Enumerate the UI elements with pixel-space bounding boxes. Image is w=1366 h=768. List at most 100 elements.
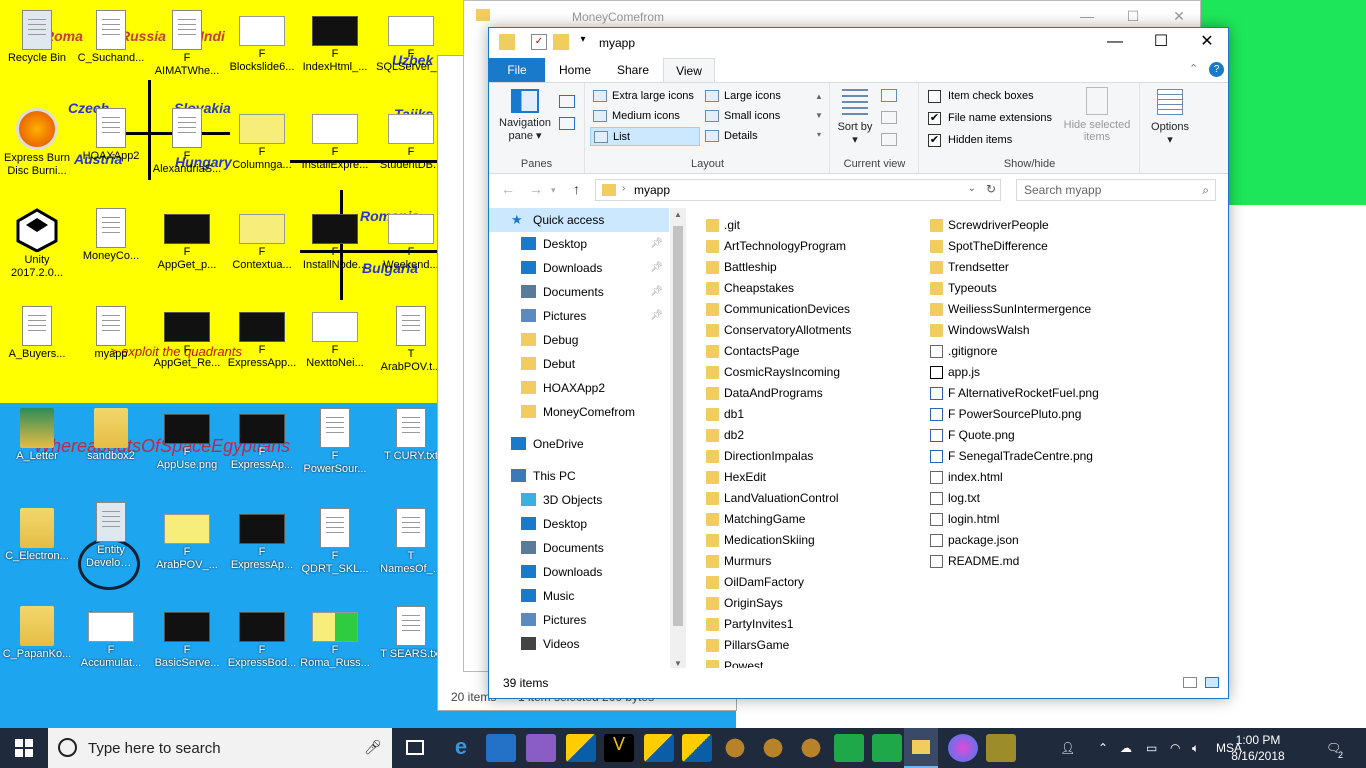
desktop-icon[interactable]: F Accumulat...	[74, 602, 148, 692]
details-view-icon[interactable]	[1183, 677, 1197, 688]
file-list-item[interactable]: index.html	[928, 467, 1003, 488]
desktop-icon[interactable]: F ArabPOV_...	[150, 504, 224, 594]
desktop-icon[interactable]: Unity 2017.2.0...	[0, 204, 74, 294]
microphone-icon[interactable]: 🎤︎	[364, 739, 382, 756]
scroll-down-icon[interactable]: ▼	[674, 659, 682, 668]
file-list-item[interactable]: Battleship	[704, 257, 777, 278]
clock[interactable]: 1:00 PM 8/16/2018	[1226, 732, 1290, 764]
navigation-pane-scrollbar[interactable]: ▲ ▼	[670, 208, 686, 670]
tab-share[interactable]: Share	[607, 58, 659, 82]
wifi-icon[interactable]: ◠	[1170, 728, 1180, 768]
desktop-icon-recycle-bin[interactable]: Recycle Bin	[0, 6, 74, 96]
nav-item-downloads[interactable]: Downloads 📌︎	[489, 256, 669, 280]
item-check-boxes-checkbox[interactable]: Item check boxes	[928, 87, 1034, 105]
people-icon[interactable]: 👤︎	[1060, 728, 1075, 768]
file-list-item[interactable]: CosmicRaysIncoming	[704, 362, 840, 383]
app-icon[interactable]	[872, 734, 902, 762]
layout-medium-icons[interactable]: Medium icons	[590, 107, 702, 126]
maximize-button[interactable]: ☐	[1138, 28, 1184, 58]
search-box[interactable]: Search myapp ⌕	[1016, 179, 1216, 201]
add-columns-icon[interactable]	[881, 111, 897, 124]
desktop-icon[interactable]: MoneyCo...	[74, 204, 148, 294]
desktop-icon[interactable]: C_Electron...	[0, 504, 74, 594]
layout-scroll[interactable]: ▲ ▼ ▾	[814, 87, 824, 145]
file-list-item[interactable]: ArtTechnologyProgram	[704, 236, 846, 257]
back-arrow-icon[interactable]: ←	[501, 181, 515, 197]
file-list-item[interactable]: OilDamFactory	[704, 572, 804, 593]
file-list-item[interactable]: OriginSays	[704, 593, 783, 614]
file-list-item[interactable]: .gitignore	[928, 341, 997, 362]
app-icon[interactable]: V	[604, 734, 634, 762]
app-icon[interactable]	[986, 734, 1016, 762]
file-name-extensions-checkbox[interactable]: ✔ File name extensions	[928, 109, 1052, 127]
minimize-button[interactable]: —	[1092, 28, 1138, 58]
file-list-item[interactable]: WindowsWalsh	[928, 320, 1030, 341]
onedrive-icon[interactable]: ☁	[1120, 728, 1132, 768]
file-list-item[interactable]: Murmurs	[704, 551, 771, 572]
scrollbar-thumb[interactable]	[673, 226, 683, 626]
task-view-icon[interactable]	[406, 740, 424, 755]
nav-item-quick-access[interactable]: ★ Quick access	[489, 208, 669, 232]
new-folder-icon[interactable]	[553, 34, 569, 50]
hide-selected-items-button[interactable]: Hide selected items	[1060, 87, 1134, 143]
nav-item-downloads[interactable]: Downloads	[489, 560, 669, 584]
file-list-item[interactable]: PartyInvites1	[704, 614, 793, 635]
recent-locations-icon[interactable]: ▾	[551, 185, 556, 196]
file-list-item[interactable]: ConservatoryAllotments	[704, 320, 851, 341]
customize-toolbar-icon[interactable]: ▾	[575, 34, 591, 50]
file-list-item[interactable]: .git	[704, 215, 740, 236]
desktop-icon[interactable]: Express Burn Disc Burni...	[0, 104, 74, 194]
app-icon[interactable]	[566, 734, 596, 762]
nav-item-documents[interactable]: Documents	[489, 536, 669, 560]
desktop-icon[interactable]: F NexttoNei...	[298, 302, 372, 392]
address-bar[interactable]: › myapp ⌄ ↻	[595, 179, 1001, 201]
desktop-icon[interactable]: F ExpressAp...	[225, 404, 299, 494]
desktop-icon[interactable]: C_PapanKo...	[0, 602, 74, 692]
file-list-item[interactable]: log.txt	[928, 488, 980, 509]
desktop-icon[interactable]: F Roma_Russ...	[298, 602, 372, 692]
forward-arrow-icon[interactable]: →	[529, 181, 543, 197]
file-list-item[interactable]: F PowerSourcePluto.png	[928, 404, 1081, 425]
edge-icon[interactable]: e	[446, 734, 476, 762]
nav-item-music[interactable]: Music	[489, 584, 669, 608]
desktop-icon[interactable]: sandbox2	[74, 404, 148, 494]
file-list-item[interactable]: ContactsPage	[704, 341, 799, 362]
desktop-icon[interactable]: F PowerSour...	[298, 404, 372, 494]
layout-details[interactable]: Details	[702, 127, 814, 146]
hidden-items-checkbox[interactable]: ✔ Hidden items	[928, 131, 1012, 149]
nav-item-desktop[interactable]: Desktop	[489, 512, 669, 536]
desktop-icon[interactable]: F ExpressApp...	[225, 302, 299, 392]
tab-home[interactable]: Home	[551, 58, 599, 82]
app-icon[interactable]	[796, 734, 826, 762]
file-list-item[interactable]: HexEdit	[704, 467, 766, 488]
file-list-item[interactable]: app.js	[928, 362, 980, 383]
file-list-item[interactable]: db2	[704, 425, 744, 446]
close-button[interactable]: ✕	[1184, 28, 1230, 58]
file-list-item[interactable]: README.md	[928, 551, 1019, 572]
desktop-icon[interactable]: F AIMATWhe...	[150, 6, 224, 96]
power-icon[interactable]: ▭	[1146, 728, 1157, 768]
scroll-up-icon[interactable]: ▲	[674, 210, 682, 219]
help-icon[interactable]: ?	[1209, 62, 1224, 77]
desktop-icon[interactable]: C_Suchand...	[74, 6, 148, 96]
layout-list[interactable]: List	[590, 127, 700, 146]
file-list-item[interactable]: DataAndPrograms	[704, 383, 823, 404]
app-icon[interactable]	[834, 734, 864, 762]
taskbar-search-input[interactable]: Type here to search	[88, 740, 221, 757]
file-list-item[interactable]: F SenegalTradeCentre.png	[928, 446, 1093, 467]
desktop-icon[interactable]: A_Letter	[0, 404, 74, 494]
desktop-icon[interactable]: A_Buyers...	[0, 302, 74, 392]
nav-item-3d-objects[interactable]: 3D Objects	[489, 488, 669, 512]
desktop-icon[interactable]: F Columnga...	[225, 104, 299, 194]
collapse-ribbon-icon[interactable]: ⌃	[1189, 62, 1198, 75]
breadcrumb-segment[interactable]: myapp	[634, 183, 670, 197]
notifications-icon[interactable]: 🗨︎	[1326, 728, 1341, 768]
details-pane-icon[interactable]	[559, 117, 575, 130]
file-explorer-icon[interactable]	[904, 728, 938, 768]
explorer-window[interactable]: ✓ ▾ myapp — ☐ ✕ File Home Share View ⌃ ?…	[488, 27, 1229, 699]
nav-item-onedrive[interactable]: OneDrive	[489, 432, 669, 456]
file-list-item[interactable]: Typeouts	[928, 278, 997, 299]
file-list-item[interactable]: DirectionImpalas	[704, 446, 813, 467]
desktop-icon[interactable]: F InstallExpre...	[298, 104, 372, 194]
file-list-item[interactable]: ScrewdriverPeople	[928, 215, 1049, 236]
